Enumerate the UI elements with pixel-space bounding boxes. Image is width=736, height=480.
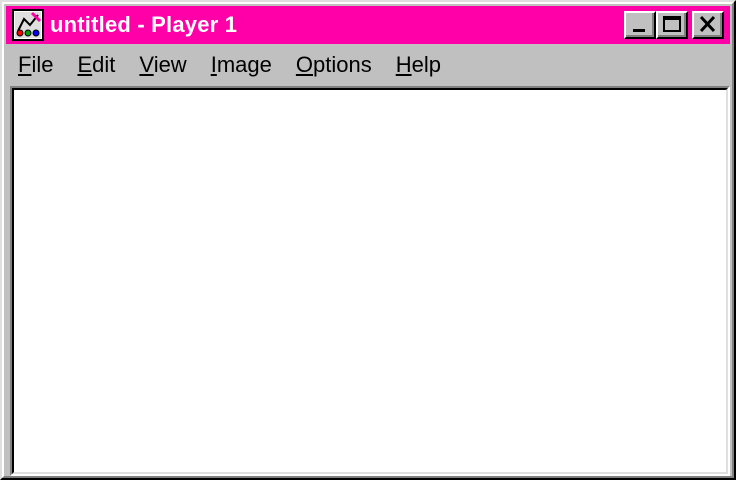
- canvas[interactable]: [12, 88, 728, 474]
- minimize-button[interactable]: [624, 11, 656, 39]
- menu-options[interactable]: Options: [284, 52, 384, 78]
- menu-view[interactable]: View: [127, 52, 198, 78]
- maximize-icon: [663, 16, 681, 32]
- close-icon: [699, 15, 716, 33]
- menu-bar: File Edit View Image Options Help: [6, 46, 730, 84]
- title-button-group: [624, 11, 724, 39]
- minimize-icon: [633, 29, 645, 32]
- menu-edit[interactable]: Edit: [65, 52, 127, 78]
- app-window: untitled - Player 1 File Edit View Image…: [0, 0, 736, 480]
- maximize-button[interactable]: [656, 11, 688, 39]
- paint-palette-icon[interactable]: [12, 9, 44, 41]
- client-area[interactable]: [10, 86, 730, 476]
- menu-image[interactable]: Image: [199, 52, 284, 78]
- window-title: untitled - Player 1: [50, 12, 238, 37]
- close-button[interactable]: [692, 11, 724, 39]
- menu-file[interactable]: File: [6, 52, 65, 78]
- menu-help[interactable]: Help: [384, 52, 453, 78]
- title-bar[interactable]: untitled - Player 1: [6, 6, 730, 44]
